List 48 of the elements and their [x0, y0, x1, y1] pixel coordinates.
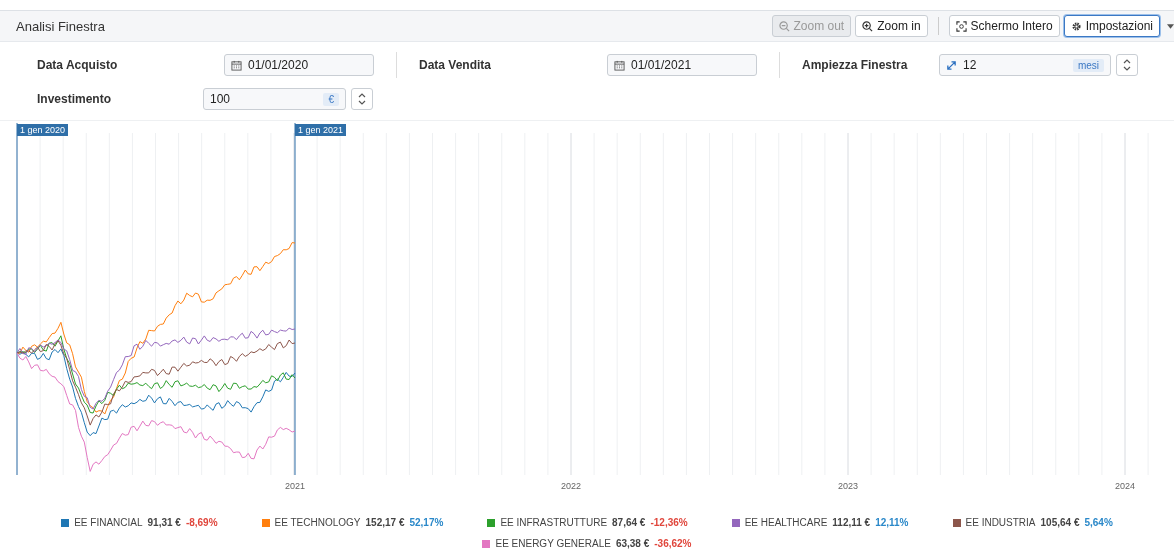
zoom-out-icon	[778, 20, 790, 32]
legend-change: -12,36%	[650, 517, 688, 528]
date-marker-label: 1 gen 2020	[17, 124, 69, 136]
legend-value: 152,17 €	[365, 517, 405, 528]
field-label: Ampiezza Finestra	[802, 58, 909, 72]
legend-name: EE ENERGY GENERALE	[495, 538, 611, 549]
fullscreen-icon	[955, 20, 967, 32]
date-marker-label: 1 gen 2021	[295, 124, 347, 136]
legend-change: -36,62%	[654, 538, 692, 549]
legend-name: EE INFRASTRUTTURE	[500, 517, 608, 528]
legend-change: 52,17%	[409, 517, 444, 528]
zoom-in-icon	[862, 20, 874, 32]
legend-change: 5,64%	[1084, 517, 1113, 528]
caret-icon[interactable]	[1167, 23, 1174, 29]
spinner-button[interactable]	[351, 88, 373, 110]
spinner-button[interactable]	[1116, 54, 1138, 76]
axis-label: 2022	[561, 481, 581, 491]
expand-icon	[946, 59, 957, 71]
legend-name: EE FINANCIAL	[74, 517, 143, 528]
legend-value: 105,64 €	[1040, 517, 1080, 528]
axis-label: 2023	[838, 481, 858, 491]
date-field[interactable]: 01/01/2021	[607, 54, 757, 76]
legend-change: -8,69%	[185, 517, 218, 528]
axis-label: 2024	[1115, 481, 1135, 491]
up-down-arrows-icon	[1122, 57, 1132, 73]
axis-label: 2021	[285, 481, 305, 491]
field-label: Data Vendita	[419, 58, 493, 72]
legend-name: EE TECHNOLOGY	[274, 517, 361, 528]
legend-name: EE INDUSTRIA	[965, 517, 1036, 528]
legend-value: 63,38 €	[615, 538, 650, 549]
legend-value: 112,11 €	[832, 517, 871, 528]
date-field[interactable]: 01/01/2020	[224, 54, 374, 76]
number-field[interactable]: 12 mesi	[939, 54, 1111, 76]
field-label: Data Acquisto	[37, 58, 119, 72]
calendar-icon	[614, 59, 625, 71]
legend-value: 91,31 €	[147, 517, 181, 528]
settings-icon	[1070, 20, 1082, 32]
zoom-in-button[interactable]: Zoom in	[855, 15, 928, 37]
legend-value: 87,64 €	[612, 517, 646, 528]
number-field[interactable]: 100 €	[203, 88, 346, 110]
calendar-icon	[231, 59, 242, 71]
settings-button[interactable]: Impostazioni	[1063, 15, 1160, 37]
up-down-arrows-icon	[357, 91, 367, 107]
field-label: Investimento	[37, 92, 112, 106]
panel-title: Analisi Finestra	[16, 18, 106, 34]
legend-name: EE HEALTHCARE	[744, 517, 828, 528]
legend-change: 12,11%	[875, 517, 909, 528]
fullscreen-button[interactable]: Schermo Intero	[948, 15, 1060, 37]
